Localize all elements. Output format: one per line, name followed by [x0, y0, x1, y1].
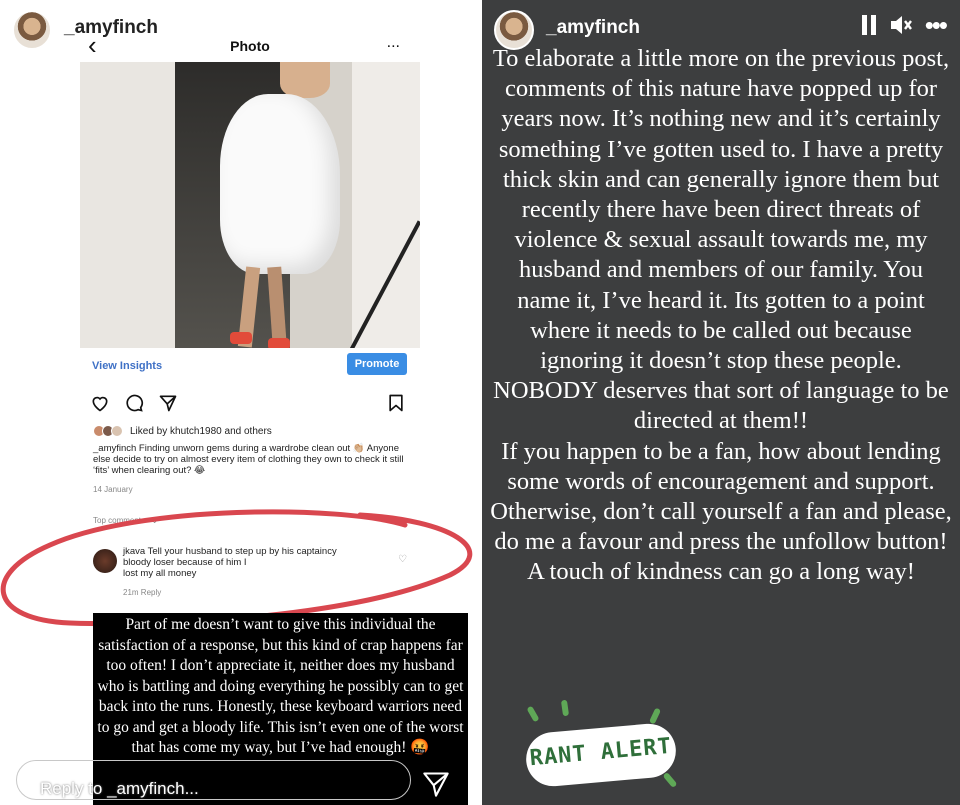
story-left: ‹ Photo ... _amyfinch ••• View Insights …	[0, 0, 478, 805]
story-header-right: _amyfinch •••	[492, 8, 950, 50]
story-controls: •••	[379, 12, 466, 38]
more-icon[interactable]: •••	[443, 12, 466, 38]
statement-paragraph: If you happen to be a fan, how about len…	[490, 437, 952, 556]
liked-by: Liked by khutch1980 and others	[93, 425, 272, 437]
mute-icon[interactable]	[889, 14, 913, 36]
heart-icon[interactable]	[90, 393, 110, 413]
post-date: 14 January	[93, 485, 133, 494]
rant-alert-text: RANT ALERT	[528, 733, 673, 772]
commenter-avatar[interactable]	[93, 549, 117, 573]
reply-placeholder: Reply to _amyfinch...	[40, 779, 199, 798]
story-statement: To elaborate a little more on the previo…	[490, 44, 952, 588]
story-controls: •••	[861, 12, 948, 38]
top-comments-label: Top comments	[93, 516, 146, 525]
comment-icon[interactable]	[124, 393, 144, 413]
share-icon[interactable]	[158, 393, 178, 413]
statement-paragraph: A touch of kindness can go a long way!	[527, 558, 915, 586]
view-insights-link[interactable]: View Insights	[92, 360, 162, 372]
liker-avatars	[93, 425, 123, 437]
liked-by-text[interactable]: Liked by khutch1980 and others	[130, 426, 272, 437]
top-comments-toggle[interactable]: Top comments ⌄	[93, 516, 158, 525]
story-right: _amyfinch ••• To elaborate a little more…	[482, 0, 960, 805]
rant-alert-sticker: RANT ALERT	[502, 699, 692, 795]
mute-icon[interactable]	[407, 14, 431, 36]
avatar[interactable]	[494, 10, 534, 50]
post-photo	[80, 62, 420, 348]
rant-badge: RANT ALERT	[523, 721, 679, 789]
story-username[interactable]: _amyfinch	[546, 17, 640, 39]
pause-icon[interactable]	[861, 15, 877, 35]
comment-meta[interactable]: 21m Reply	[123, 588, 161, 597]
post-caption: _amyfinch Finding unworn gems during a w…	[93, 443, 404, 476]
bookmark-icon[interactable]	[386, 393, 406, 413]
statement-paragraph: NOBODY deserves that sort of language to…	[493, 377, 949, 435]
post-actions	[90, 393, 410, 415]
promote-button[interactable]: Promote	[347, 353, 407, 375]
chevron-down-icon: ⌄	[151, 516, 158, 525]
more-icon[interactable]: •••	[925, 12, 948, 38]
pause-icon[interactable]	[379, 15, 395, 35]
story-username[interactable]: _amyfinch	[64, 17, 158, 39]
avatar[interactable]	[12, 10, 52, 50]
story-header-left: _amyfinch •••	[10, 8, 468, 50]
statement-paragraph: To elaborate a little more on the previo…	[492, 45, 950, 375]
send-icon[interactable]	[422, 770, 450, 798]
comment-text: jkava Tell your husband to step up by hi…	[123, 546, 337, 579]
comment-like-icon[interactable]: ♡	[398, 554, 407, 565]
comment-item: jkava Tell your husband to step up by hi…	[93, 546, 413, 602]
